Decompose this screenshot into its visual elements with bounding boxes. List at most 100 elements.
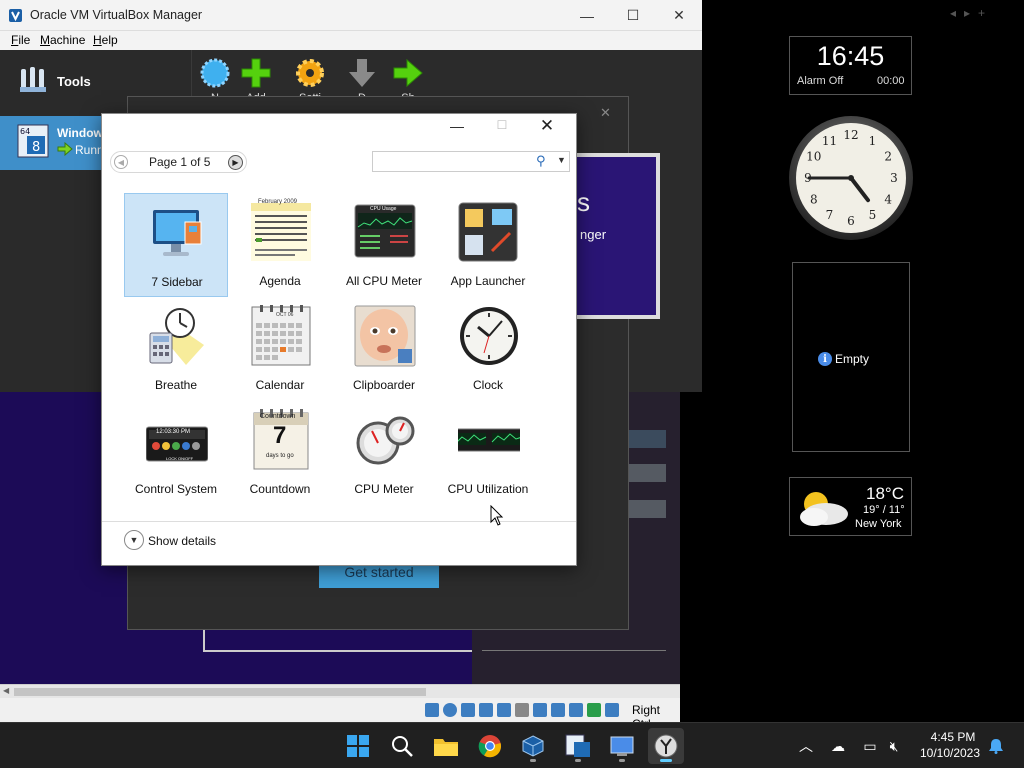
agenda-header: February 2009 [258,199,298,205]
gadget-control-system[interactable]: 12:03:30 PM LOCK ON/OFF Control System [124,401,228,505]
chevron-down-icon: ▼ [129,535,139,545]
search-icon[interactable]: ⚲ [536,153,546,169]
weather-temperature: 18°C [866,484,904,503]
menu-help[interactable]: Help [93,33,118,47]
scrollbar-thumb[interactable] [14,688,426,696]
optical-icon[interactable] [443,703,457,717]
gadget-label: Countdown [249,482,311,496]
tray-clock-date[interactable]: 10/10/2023 [912,746,988,760]
page-next-button[interactable]: ▶ [228,155,243,170]
clock-numeral: 12 [843,128,858,142]
tray-clock-time[interactable]: 4:45 PM [920,730,986,744]
gadget-agenda[interactable]: February 2009 Agenda [228,193,332,297]
calendar-month: OCT 06 [276,312,294,318]
recording-icon[interactable] [551,703,565,717]
show-details-toggle[interactable]: ▼ [124,530,144,550]
menu-machine[interactable]: Machine [40,33,85,47]
minimize-button[interactable]: — [564,0,610,31]
countdown-title: Countdown [260,413,296,420]
search-input[interactable]: ⚲ ▼ [372,151,570,172]
gallery-maximize-button[interactable]: ☐ [492,118,512,138]
taskbar-search-button[interactable] [384,728,420,764]
page-prev-button[interactable]: ◀ [114,155,128,169]
clock-numeral: 5 [869,208,877,222]
vbox-titlebar[interactable]: Oracle VM VirtualBox Manager — ☐ ✕ [0,0,702,31]
gallery-separator [102,521,576,522]
discard-button[interactable] [345,56,379,90]
scroll-left-icon[interactable]: ◀ [3,686,9,695]
gadget-gallery-taskbar-button[interactable] [604,728,640,764]
tools-label: Tools [57,74,91,89]
close-button[interactable]: ✕ [656,0,702,31]
empty-gadget-label: i Empty [818,352,869,366]
gadget-7-sidebar[interactable]: 7 Sidebar [124,193,228,297]
show-details-label[interactable]: Show details [148,534,216,548]
time-gadget[interactable]: 16:45 Alarm Off 00:00 [789,36,912,95]
control-system-icon [146,426,208,462]
file-explorer-button[interactable] [428,728,464,764]
gadget-all-cpu-meter[interactable]: CPU Usage All CPU Meter [332,193,436,297]
onedrive-cloud-icon[interactable]: ☁ [828,736,848,756]
new-machine-button[interactable] [198,56,232,90]
background-text-fragment: nger [580,227,607,242]
display-icon[interactable] [533,703,547,717]
gadget-clock[interactable]: Clock [436,297,540,401]
gadget-cpu-utilization[interactable]: CPU Utilization [436,401,540,505]
settings-button[interactable] [293,56,327,90]
control-lock: LOCK ON/OFF [166,456,194,461]
vbox-toolbar: N Add Setti D Sh [192,50,702,100]
show-button[interactable] [391,56,425,90]
hdd-icon[interactable] [425,703,439,717]
cpu-meter-gauge-icon [356,416,415,465]
weather-range: 19° / 11° [863,504,905,516]
notification-bell-icon[interactable] [986,736,1006,756]
shared-folder-icon[interactable] [515,703,529,717]
start-button[interactable] [340,728,376,764]
show-hidden-icons-chevron-up-icon[interactable]: ︿ [796,736,816,756]
gadget-label: 7 Sidebar [151,275,203,289]
display-tray-icon[interactable]: ▭ [860,736,880,756]
weather-gadget[interactable]: 18°C 19° / 11° New York [789,477,912,536]
gadget-label: Breathe [154,378,198,392]
vbox-icon[interactable] [569,703,583,717]
gadget-countdown[interactable]: Countdown 7 days to go Countdown [228,401,332,505]
virtualbox-cube-icon [522,735,544,757]
vm-name: Window [57,126,103,140]
svg-text:8: 8 [32,140,40,155]
mouse-cursor-icon [490,505,504,526]
sidebar-taskbar-button[interactable] [648,728,684,764]
clock-numeral: 2 [884,150,892,164]
gadget-label: App Launcher [450,274,526,288]
network-icon[interactable] [479,703,493,717]
vm-statusbar: Right Ctrl [0,698,680,731]
gadget-cpu-meter[interactable]: CPU Meter [332,401,436,505]
add-plus-icon [241,58,271,88]
search-dropdown-icon[interactable]: ▼ [557,155,566,165]
audio-icon[interactable] [461,703,475,717]
virtualbox-taskbar-button[interactable] [515,728,551,764]
sidebar-nav[interactable]: ◂▸+ [950,6,993,20]
taskbar: ︿ ☁ ▭ 🔇︎ 4:45 PM 10/10/2023 [0,722,1024,768]
add-machine-button[interactable] [239,56,273,90]
gadget-breathe[interactable]: Breathe [124,297,228,401]
vm-display-frame [203,628,473,652]
usb-icon[interactable] [497,703,511,717]
mouse-icon[interactable] [587,703,601,717]
gadget-clipboarder[interactable]: Clipboarder [332,297,436,401]
bell-shape [989,739,1003,754]
volume-muted-icon[interactable]: 🔇︎ [884,736,904,756]
clock-gadget[interactable]: 123456789101112 [787,114,915,242]
gadget-app-launcher[interactable]: App Launcher [436,193,540,297]
clock-numeral: 4 [884,193,892,207]
gallery-close-button[interactable]: ✕ [535,116,559,140]
maximize-button[interactable]: ☐ [610,0,656,31]
gallery-minimize-button[interactable]: — [447,118,467,138]
horizontal-scrollbar[interactable]: ◀ [0,684,680,698]
menu-file[interactable]: File [11,33,30,47]
empty-gadget[interactable]: i Empty [792,262,910,452]
host-key-icon[interactable] [605,703,619,717]
vm-taskbar-button[interactable] [560,728,596,764]
minimize-icon: — [580,7,594,24]
gadget-calendar[interactable]: OCT 06 Calendar [228,297,332,401]
chrome-button[interactable] [472,728,508,764]
